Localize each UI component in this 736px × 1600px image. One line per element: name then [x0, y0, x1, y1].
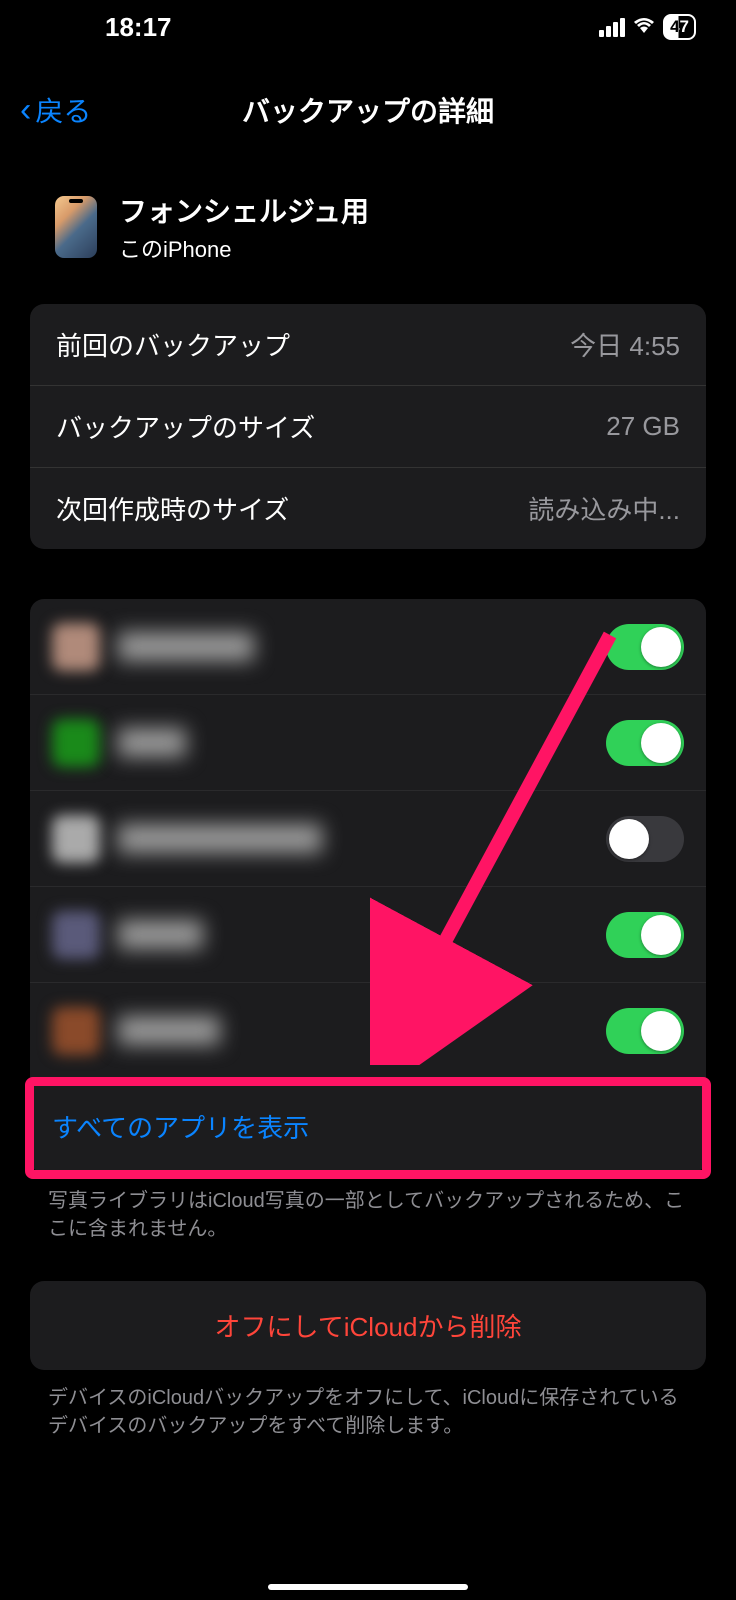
- device-name: フォンシェルジュ用: [119, 190, 369, 230]
- backup-info-card: 前回のバックアップ 今日 4:55 バックアップのサイズ 27 GB 次回作成時…: [30, 304, 706, 549]
- back-button[interactable]: ‹ 戻る: [20, 90, 91, 130]
- app-icon: [52, 815, 100, 863]
- app-row[interactable]: ████████████: [30, 791, 706, 887]
- nav-header: ‹ 戻る バックアップの詳細: [0, 50, 736, 160]
- app-row[interactable]: ██████: [30, 983, 706, 1079]
- delete-note: デバイスのiCloudバックアップをオフにして、iCloudに保存されているデバ…: [0, 1370, 736, 1454]
- next-size-row[interactable]: 次回作成時のサイズ 読み込み中...: [30, 468, 706, 549]
- app-icon: [52, 911, 100, 959]
- app-icon: [52, 719, 100, 767]
- app-row[interactable]: █████: [30, 887, 706, 983]
- app-list: ████████ ████ ████████████ █████ ██████ …: [30, 599, 706, 1173]
- backup-size-value: 27 GB: [606, 411, 680, 442]
- backup-size-label: バックアップのサイズ: [56, 408, 315, 445]
- status-bar: 18:17 47: [0, 0, 736, 50]
- delete-backup-button[interactable]: オフにしてiCloudから削除: [30, 1281, 706, 1370]
- app-toggle[interactable]: [606, 624, 684, 670]
- app-toggle[interactable]: [606, 912, 684, 958]
- app-icon: [52, 623, 100, 671]
- status-time: 18:17: [105, 12, 172, 43]
- next-size-label: 次回作成時のサイズ: [56, 490, 289, 527]
- last-backup-row[interactable]: 前回のバックアップ 今日 4:55: [30, 304, 706, 386]
- app-label: ████████: [118, 633, 254, 661]
- device-section: フォンシェルジュ用 このiPhone: [0, 160, 736, 304]
- app-toggle[interactable]: [606, 816, 684, 862]
- backup-size-row[interactable]: バックアップのサイズ 27 GB: [30, 386, 706, 468]
- app-row[interactable]: ████: [30, 695, 706, 791]
- iphone-icon: [55, 196, 97, 258]
- page-title: バックアップの詳細: [20, 90, 716, 130]
- last-backup-value: 今日 4:55: [570, 326, 680, 363]
- next-size-value: 読み込み中...: [528, 490, 680, 527]
- app-row[interactable]: ████████: [30, 599, 706, 695]
- app-toggle[interactable]: [606, 1008, 684, 1054]
- wifi-icon: [633, 17, 655, 38]
- app-label: █████: [118, 921, 203, 949]
- back-label: 戻る: [35, 90, 91, 130]
- app-icon: [52, 1007, 100, 1055]
- app-label: ████████████: [118, 825, 322, 853]
- battery-icon: 47: [663, 14, 696, 40]
- status-icons: 47: [599, 14, 696, 40]
- chevron-left-icon: ‹: [20, 91, 31, 130]
- app-label: ██████: [118, 1017, 220, 1045]
- device-subtitle: このiPhone: [119, 232, 369, 264]
- app-toggle[interactable]: [606, 720, 684, 766]
- show-all-apps-button[interactable]: すべてのアプリを表示: [30, 1079, 706, 1173]
- last-backup-label: 前回のバックアップ: [56, 326, 290, 363]
- signal-icon: [599, 18, 625, 37]
- photo-library-note: 写真ライブラリはiCloud写真の一部としてバックアップされるため、ここに含まれ…: [0, 1173, 736, 1257]
- app-label: ████: [118, 729, 186, 757]
- home-indicator[interactable]: [268, 1584, 468, 1590]
